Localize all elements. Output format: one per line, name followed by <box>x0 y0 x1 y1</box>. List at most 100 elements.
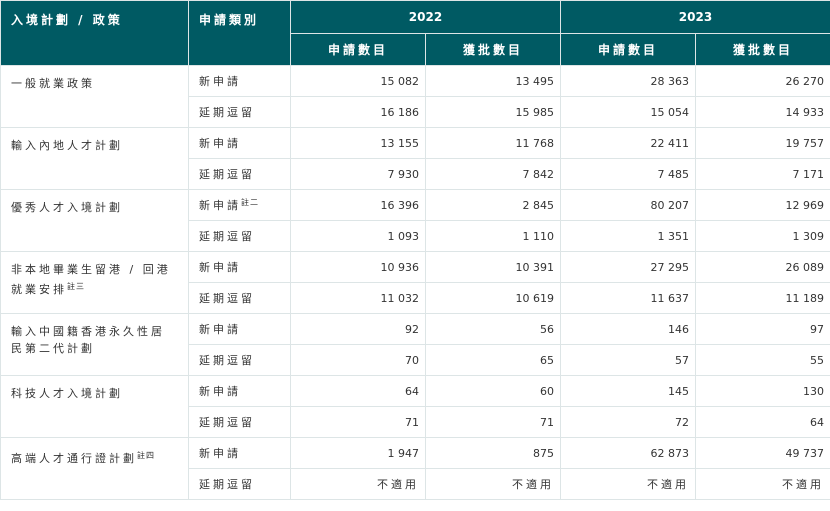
table-body: 一般就業政策 新申請 15 082 13 495 28 363 26 270 延期逗留 16 … <box>0 65 830 500</box>
category-new-application: 新申請 <box>188 251 291 283</box>
policy-name: 輸入內地人才計劃 <box>0 127 189 190</box>
category-label: 新申請 <box>199 447 241 460</box>
value-applications-2023: 15 054 <box>560 96 696 128</box>
category-label: 新申請 <box>199 261 241 274</box>
category-new-application: 新申請 <box>188 127 291 159</box>
value-approved-2022: 875 <box>425 437 561 469</box>
policy-name: 一般就業政策 <box>0 65 189 128</box>
value-applications-2023: 72 <box>560 406 696 438</box>
header-applications-2023: 申請數目 <box>560 33 696 66</box>
policy-name: 非本地畢業生留港 / 回港就業安排註三 <box>0 251 189 314</box>
value-approved-2023: 19 757 <box>695 127 830 159</box>
value-applications-2023: 146 <box>560 313 696 345</box>
value-applications-2022: 71 <box>290 406 426 438</box>
value-approved-2023: 130 <box>695 375 830 407</box>
policy-label: 科技人才入境計劃 <box>11 387 123 400</box>
category-extension-of-stay: 延期逗留 <box>188 282 291 314</box>
value-applications-2023: 7 485 <box>560 158 696 190</box>
header-category: 申請類別 <box>188 0 291 66</box>
value-applications-2022: 10 936 <box>290 251 426 283</box>
policy-name: 高端人才通行證計劃註四 <box>0 437 189 500</box>
value-approved-2022: 1 110 <box>425 220 561 252</box>
value-applications-2022: 1 093 <box>290 220 426 252</box>
header-year-2022: 2022 <box>290 0 561 34</box>
policy-label: 輸入中國籍香港永久性居民第二代計劃 <box>11 325 165 355</box>
value-approved-2022: 71 <box>425 406 561 438</box>
value-approved-2023: 1 309 <box>695 220 830 252</box>
value-approved-2022: 11 768 <box>425 127 561 159</box>
table-row: 高端人才通行證計劃註四 新申請 1 947 875 62 873 49 737 <box>0 437 830 500</box>
value-applications-2022: 16 186 <box>290 96 426 128</box>
category-new-application: 新申請 <box>188 437 291 469</box>
category-extension-of-stay: 延期逗留 <box>188 406 291 438</box>
policy-label: 高端人才通行證計劃 <box>11 452 137 465</box>
policy-label: 優秀人才入境計劃 <box>11 201 123 214</box>
value-approved-2023: 14 933 <box>695 96 830 128</box>
value-approved-2023: 不適用 <box>695 468 830 500</box>
value-approved-2022: 60 <box>425 375 561 407</box>
category-extension-of-stay: 延期逗留 <box>188 158 291 190</box>
category-label: 新申請 <box>199 75 241 88</box>
value-applications-2023: 80 207 <box>560 189 696 221</box>
policy-label: 非本地畢業生留港 / 回港就業安排 <box>11 263 171 296</box>
value-applications-2022: 不適用 <box>290 468 426 500</box>
value-approved-2023: 26 270 <box>695 65 830 97</box>
value-approved-2022: 56 <box>425 313 561 345</box>
value-approved-2022: 65 <box>425 344 561 376</box>
value-approved-2022: 10 391 <box>425 251 561 283</box>
policy-name: 科技人才入境計劃 <box>0 375 189 438</box>
value-applications-2022: 11 032 <box>290 282 426 314</box>
value-applications-2023: 不適用 <box>560 468 696 500</box>
category-new-application: 新申請 <box>188 65 291 97</box>
policy-footnote: 註四 <box>137 451 155 460</box>
header-applications-2022: 申請數目 <box>290 33 426 66</box>
category-label: 新申請 <box>199 323 241 336</box>
category-extension-of-stay: 延期逗留 <box>188 344 291 376</box>
value-applications-2023: 62 873 <box>560 437 696 469</box>
table-row: 輸入中國籍香港永久性居民第二代計劃 新申請 92 56 146 97 <box>0 313 830 376</box>
policy-footnote: 註三 <box>67 282 85 291</box>
category-label: 新申請 <box>199 137 241 150</box>
value-approved-2022: 不適用 <box>425 468 561 500</box>
header-approved-2023: 獲批數目 <box>695 33 830 66</box>
table-row: 科技人才入境計劃 新申請 64 60 145 130 <box>0 375 830 438</box>
value-applications-2022: 92 <box>290 313 426 345</box>
policy-name: 優秀人才入境計劃 <box>0 189 189 252</box>
category-extension-of-stay: 延期逗留 <box>188 468 291 500</box>
category-new-application: 新申請 <box>188 313 291 345</box>
value-approved-2023: 26 089 <box>695 251 830 283</box>
table-row: 一般就業政策 新申請 15 082 13 495 28 363 26 270 <box>0 65 830 128</box>
value-approved-2022: 10 619 <box>425 282 561 314</box>
header-policy: 入境計劃 / 政策 <box>0 0 189 66</box>
table-row: 輸入內地人才計劃 新申請 13 155 11 768 22 411 19 757 <box>0 127 830 190</box>
value-approved-2023: 64 <box>695 406 830 438</box>
value-applications-2023: 28 363 <box>560 65 696 97</box>
table-row: 優秀人才入境計劃 新申請註二 16 396 2 845 80 207 12 969 <box>0 189 830 252</box>
table-row: 非本地畢業生留港 / 回港就業安排註三 新申請 10 936 10 391 27 295… <box>0 251 830 314</box>
value-approved-2022: 13 495 <box>425 65 561 97</box>
header-approved-2022: 獲批數目 <box>425 33 561 66</box>
value-applications-2022: 13 155 <box>290 127 426 159</box>
value-applications-2023: 1 351 <box>560 220 696 252</box>
value-approved-2023: 12 969 <box>695 189 830 221</box>
policy-label: 輸入內地人才計劃 <box>11 139 123 152</box>
category-new-application: 新申請註二 <box>188 189 291 221</box>
value-approved-2022: 7 842 <box>425 158 561 190</box>
value-applications-2023: 27 295 <box>560 251 696 283</box>
header-year-2023: 2023 <box>560 0 830 34</box>
value-applications-2022: 7 930 <box>290 158 426 190</box>
value-approved-2023: 7 171 <box>695 158 830 190</box>
category-extension-of-stay: 延期逗留 <box>188 96 291 128</box>
policy-name: 輸入中國籍香港永久性居民第二代計劃 <box>0 313 189 376</box>
category-new-application: 新申請 <box>188 375 291 407</box>
category-label: 新申請 <box>199 385 241 398</box>
value-applications-2023: 57 <box>560 344 696 376</box>
immigration-statistics-table: 入境計劃 / 政策 申請類別 2022 2023 申請數目 獲批數目 申請數目 … <box>0 0 830 500</box>
value-applications-2022: 15 082 <box>290 65 426 97</box>
category-extension-of-stay: 延期逗留 <box>188 220 291 252</box>
value-applications-2023: 145 <box>560 375 696 407</box>
policy-label: 一般就業政策 <box>11 77 95 90</box>
value-applications-2022: 16 396 <box>290 189 426 221</box>
value-approved-2023: 11 189 <box>695 282 830 314</box>
value-applications-2022: 70 <box>290 344 426 376</box>
